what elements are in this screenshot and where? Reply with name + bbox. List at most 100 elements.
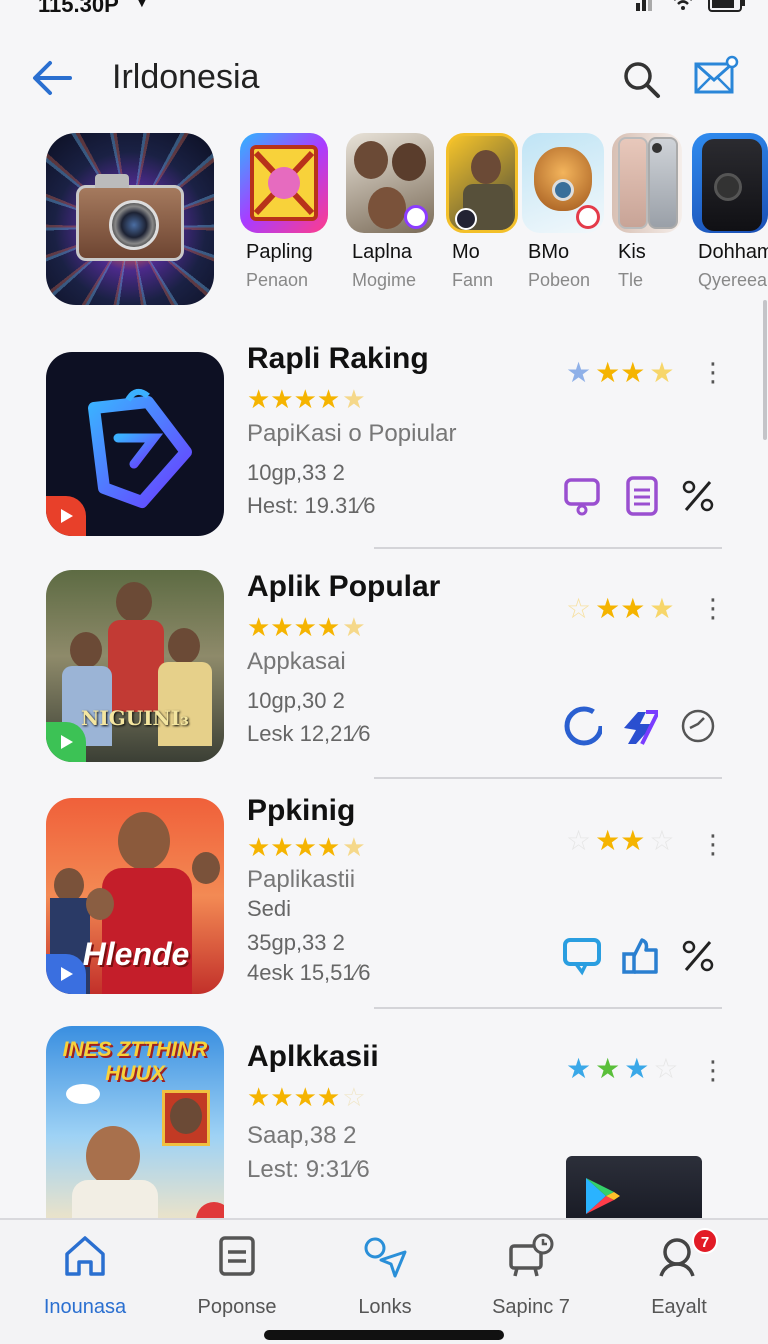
play-icon: [61, 735, 73, 749]
app-meta: Lest: 9:31⁄6: [247, 1156, 370, 1183]
list-icon: [219, 1236, 255, 1276]
timer-button[interactable]: [678, 706, 718, 746]
nav-label: Eayalt: [651, 1296, 707, 1318]
rating-stars: ☆ ★★ ★: [566, 593, 675, 624]
status-bar: 115.30P ▼: [0, 0, 768, 22]
list-item[interactable]: Hlende Ppkinig ★★★★ ★ Paplikastii Sedi 35…: [0, 794, 768, 1010]
app-title: Aplik Popular: [247, 570, 441, 603]
app-icon: [46, 352, 224, 536]
app-subtitle: Paplikastii: [247, 866, 356, 893]
app-meta: 4esk 15,51⁄6: [247, 960, 371, 985]
app-icon-caption: INES ZTTHINR HUUX: [62, 1038, 208, 1085]
featured-camera-app[interactable]: [46, 133, 214, 305]
play-store-banner[interactable]: [566, 1156, 702, 1218]
app-meta: 35gp,33 2: [247, 930, 345, 955]
discount-button[interactable]: [678, 476, 718, 516]
location-icon: ▼: [132, 0, 152, 12]
battery-icon: [708, 0, 745, 12]
status-icons: [636, 0, 746, 12]
mini-app-sub: Mogime: [352, 270, 417, 290]
clock-icon: [681, 709, 715, 743]
thumbs-up-icon: [622, 938, 658, 974]
nav-responses[interactable]: Poponse: [172, 1232, 302, 1319]
app-meta: 10gp,30 2: [247, 688, 345, 713]
document-button[interactable]: [622, 476, 662, 516]
app-icon: NIGUINI₃: [46, 570, 224, 762]
app-title: Ppkinig: [247, 794, 356, 827]
cart-clock-icon: [509, 1233, 554, 1277]
chat-button[interactable]: [562, 936, 602, 976]
sync-button[interactable]: [562, 706, 602, 746]
more-options-button[interactable]: ⋮: [700, 594, 726, 622]
mini-app-strip: Papling Penaon Laplna Mogime Mo Fann BMo…: [240, 133, 768, 303]
star-rating: ★★★★ ★: [247, 384, 366, 414]
mini-app-item[interactable]: Laplna Mogime: [346, 133, 438, 291]
mini-app-sub: Pobeon: [528, 270, 591, 290]
mini-app-name: BMo: [528, 241, 570, 263]
rating-stars: ★ ★ ★ ☆: [566, 1053, 679, 1084]
flash-button[interactable]: [618, 706, 658, 746]
wifi-icon: [674, 0, 692, 10]
discount-button[interactable]: [678, 936, 718, 976]
featured-carousel: Papling Penaon Laplna Mogime Mo Fann BMo…: [0, 128, 768, 308]
divider: [374, 777, 722, 779]
mini-app-item[interactable]: Kis Tle: [612, 133, 704, 291]
search-button[interactable]: [620, 58, 664, 102]
play-badge: [46, 954, 86, 994]
mail-button[interactable]: [692, 52, 740, 100]
divider: [374, 547, 722, 549]
app-meta: Saap,38 2: [247, 1122, 357, 1149]
mini-app-icon: [446, 133, 518, 233]
mini-app-item[interactable]: Papling Penaon: [240, 133, 332, 291]
nav-account[interactable]: 7 Eayalt: [614, 1228, 744, 1319]
mini-app-name: Papling: [246, 241, 313, 263]
nav-label: Inounasa: [43, 1296, 127, 1318]
comment-icon: [564, 478, 600, 516]
page-title: Irldonesia: [112, 58, 260, 96]
bottom-navigation: Inounasa Poponse Lonks Sapinc 7 7 Eayalt: [0, 1218, 768, 1344]
app-subtitle: Appkasai: [247, 648, 346, 675]
back-button[interactable]: [30, 58, 74, 98]
nav-home[interactable]: Inounasa: [20, 1232, 150, 1319]
list-item[interactable]: INES ZTTHINR HUUX Aplkkasii ★★★★ ☆ Saap,3…: [0, 1024, 768, 1218]
more-options-button[interactable]: ⋮: [700, 830, 726, 858]
list-item[interactable]: NIGUINI₃ Aplik Popular ★★★★ ★ Appkasai 10…: [0, 568, 768, 780]
more-options-button[interactable]: ⋮: [700, 358, 726, 386]
app-meta: Lesk 12,21⁄6: [247, 721, 371, 746]
nav-label: Lonks: [358, 1296, 412, 1318]
app-meta: Sedi: [247, 896, 292, 921]
mini-app-icon: [522, 133, 604, 233]
nav-label: Sapinc 7: [492, 1296, 570, 1318]
circle-icon: [564, 706, 602, 746]
mini-app-item[interactable]: Dohham Qyereea: [692, 133, 768, 291]
mini-app-icon: [692, 133, 768, 233]
mini-app-icon: [612, 133, 682, 233]
mini-app-name: Dohham: [698, 241, 768, 263]
rating-stars: ★ ★★ ★: [566, 357, 675, 388]
app-meta: Hest: 19.31⁄6: [247, 493, 376, 518]
play-store-icon: [586, 1178, 620, 1214]
send-icon: [364, 1237, 407, 1278]
mail-icon: [694, 55, 739, 94]
mini-app-name: Laplna: [352, 241, 413, 263]
like-button[interactable]: [620, 936, 660, 976]
home-icon: [65, 1236, 105, 1276]
more-options-button[interactable]: ⋮: [700, 1056, 726, 1084]
chat-icon: [563, 938, 601, 976]
arrow-left-icon: [33, 61, 72, 95]
play-icon: [61, 509, 73, 523]
nav-label: Poponse: [197, 1296, 277, 1318]
star-rating: ★★★★ ★: [247, 612, 366, 642]
app-meta: 10gp,33 2: [247, 460, 345, 485]
list-item[interactable]: Rapli Raking ★★★★ ★ PapiKasi o Popiular 1…: [0, 340, 768, 550]
home-indicator[interactable]: [264, 1330, 504, 1340]
nav-saving[interactable]: Sapinc 7: [466, 1232, 596, 1319]
camera-icon: [76, 174, 184, 261]
comment-button[interactable]: [562, 476, 602, 516]
app-icon: Hlende: [46, 798, 224, 994]
star-rating: ★★★★ ☆: [247, 1082, 366, 1112]
search-icon: [624, 62, 660, 98]
mini-app-item[interactable]: BMo Pobeon: [522, 133, 614, 291]
rating-stars: ☆ ★★ ☆: [566, 825, 675, 856]
nav-links[interactable]: Lonks: [320, 1232, 450, 1319]
